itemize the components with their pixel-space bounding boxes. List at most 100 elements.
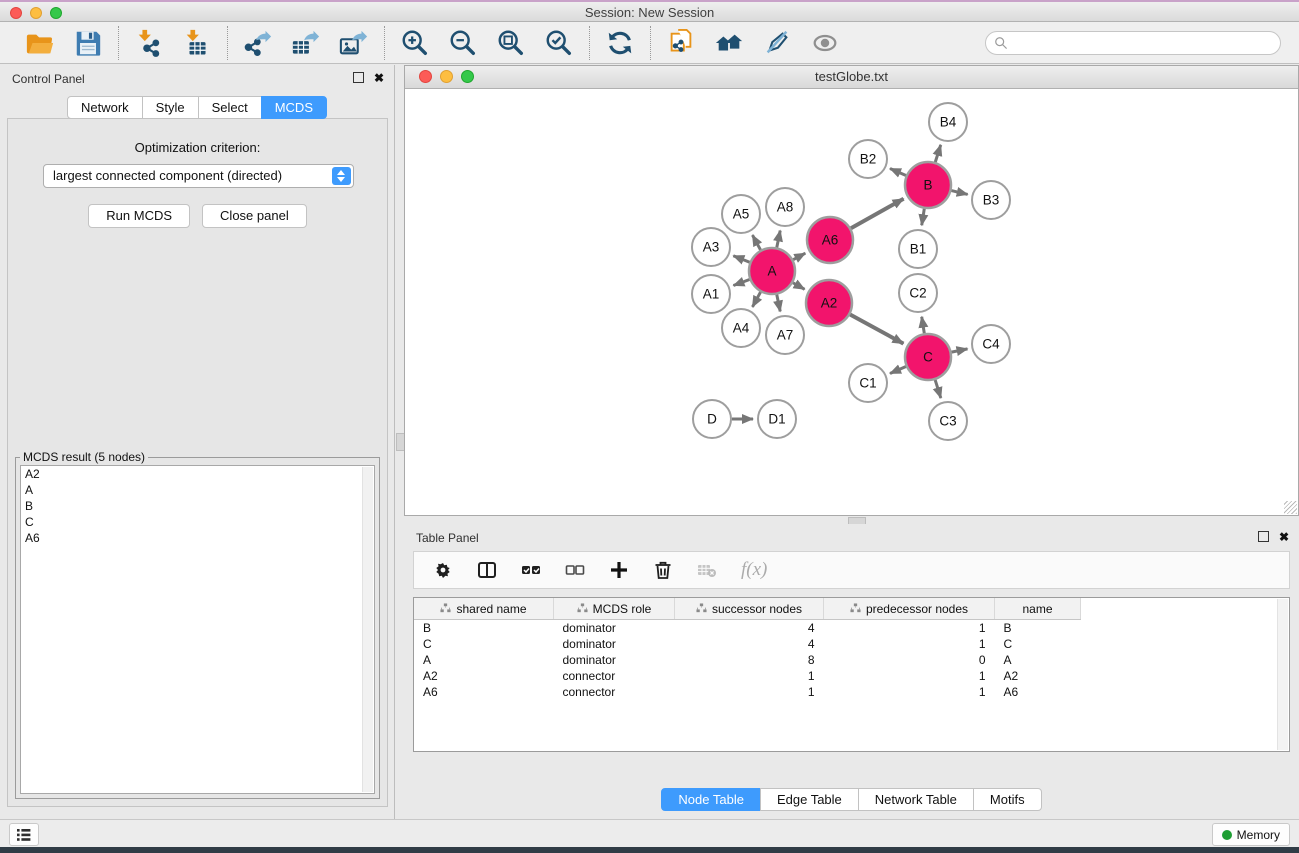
table-cell[interactable]: connector (554, 668, 675, 684)
delete-column-button[interactable] (653, 558, 673, 582)
node-A1[interactable]: A1 (692, 275, 730, 313)
node-A3[interactable]: A3 (692, 228, 730, 266)
edge-A-A4[interactable] (752, 292, 760, 307)
column-header-MCDS-role[interactable]: MCDS role (554, 598, 675, 620)
close-table-panel-icon[interactable]: ✖ (1279, 532, 1289, 542)
tab-edge-table[interactable]: Edge Table (760, 788, 859, 811)
result-list-item[interactable]: C (21, 514, 374, 530)
run-mcds-button[interactable]: Run MCDS (88, 204, 190, 228)
columns-button[interactable] (477, 558, 497, 582)
network-canvas[interactable]: B4B2BB3B1A5A8A6A3AA1C2A2A4A7C4CC1C3DD1 (405, 89, 1298, 515)
table-cell[interactable]: C (414, 636, 554, 652)
node-C2[interactable]: C2 (899, 274, 937, 312)
node-C4[interactable]: C4 (972, 325, 1010, 363)
gear-button[interactable] (433, 558, 453, 582)
tab-style[interactable]: Style (142, 96, 199, 119)
zoom-in-button[interactable] (400, 28, 430, 58)
node-C3[interactable]: C3 (929, 402, 967, 440)
criterion-dropdown[interactable]: largest connected component (directed) (43, 164, 354, 188)
edge-A-A7[interactable] (777, 295, 780, 312)
search-box[interactable] (985, 31, 1281, 55)
edge-B-B2[interactable] (890, 169, 906, 176)
horizontal-split-divider[interactable] (404, 516, 1299, 524)
table-cell[interactable]: 1 (675, 668, 824, 684)
add-column-button[interactable] (609, 558, 629, 582)
edge-A2-C[interactable] (850, 314, 903, 343)
zoom-selected-button[interactable] (544, 28, 574, 58)
edge-A-A1[interactable] (733, 279, 749, 285)
table-cell[interactable]: 8 (675, 652, 824, 668)
node-B2[interactable]: B2 (849, 140, 887, 178)
search-input[interactable] (1008, 36, 1280, 50)
node-A4[interactable]: A4 (722, 309, 760, 347)
table-row[interactable]: A2connector11A2 (414, 668, 1081, 684)
table-cell[interactable]: 0 (824, 652, 995, 668)
table-cell[interactable]: A2 (414, 668, 554, 684)
edge-A6-B[interactable] (851, 199, 904, 229)
node-B3[interactable]: B3 (972, 181, 1010, 219)
node-A5[interactable]: A5 (722, 195, 760, 233)
tab-select[interactable]: Select (198, 96, 262, 119)
edge-B-B4[interactable] (935, 145, 940, 162)
table-cell[interactable]: A6 (414, 684, 554, 700)
import-network-button[interactable] (134, 28, 164, 58)
float-table-panel-icon[interactable] (1258, 531, 1269, 542)
result-list-item[interactable]: A2 (21, 466, 374, 482)
function-builder-button[interactable]: f(x) (741, 558, 767, 582)
refresh-view-button[interactable] (605, 28, 635, 58)
table-cell[interactable]: B (414, 620, 554, 637)
network-graph[interactable]: B4B2BB3B1A5A8A6A3AA1C2A2A4A7C4CC1C3DD1 (405, 89, 1298, 515)
zoom-fit-button[interactable] (496, 28, 526, 58)
open-file-button[interactable] (25, 28, 55, 58)
float-panel-icon[interactable] (353, 72, 364, 83)
open-browser-button[interactable] (714, 28, 744, 58)
clone-network-button[interactable] (666, 28, 696, 58)
resize-grip-icon[interactable] (1284, 501, 1297, 514)
export-table-button[interactable] (291, 28, 321, 58)
deselect-all-checks-button[interactable] (565, 558, 585, 582)
vertical-split-divider[interactable] (395, 65, 404, 819)
table-cell[interactable]: 4 (675, 620, 824, 637)
table-cell[interactable]: A (995, 652, 1081, 668)
table-cell[interactable]: 4 (675, 636, 824, 652)
memory-button[interactable]: Memory (1212, 823, 1290, 846)
import-table-button[interactable] (182, 28, 212, 58)
result-scrollbar[interactable] (362, 467, 373, 792)
edge-B-B1[interactable] (922, 209, 925, 226)
column-header-name[interactable]: name (995, 598, 1081, 620)
table-cell[interactable]: A (414, 652, 554, 668)
node-table[interactable]: shared nameMCDS rolesuccessor nodesprede… (413, 597, 1290, 752)
edge-B-B3[interactable] (951, 191, 967, 195)
node-A[interactable]: A (749, 248, 795, 294)
edge-C-C2[interactable] (922, 317, 925, 334)
node-A6[interactable]: A6 (807, 217, 853, 263)
column-header-predecessor-nodes[interactable]: predecessor nodes (824, 598, 995, 620)
node-D1[interactable]: D1 (758, 400, 796, 438)
delete-table-button[interactable] (697, 558, 717, 582)
table-cell[interactable]: 1 (824, 620, 995, 637)
show-graphics-details-button[interactable] (810, 28, 840, 58)
column-header-shared-name[interactable]: shared name (414, 598, 554, 620)
tab-motifs[interactable]: Motifs (973, 788, 1042, 811)
hide-labels-button[interactable] (762, 28, 792, 58)
table-cell[interactable]: connector (554, 684, 675, 700)
node-C1[interactable]: C1 (849, 364, 887, 402)
table-cell[interactable]: B (995, 620, 1081, 637)
network-window-titlebar[interactable]: testGlobe.txt (405, 66, 1298, 89)
table-cell[interactable]: dominator (554, 652, 675, 668)
edge-A-A8[interactable] (777, 231, 780, 248)
table-row[interactable]: A6connector11A6 (414, 684, 1081, 700)
mcds-result-list[interactable]: A2ABCA6 (20, 465, 375, 794)
tab-node-table[interactable]: Node Table (661, 788, 761, 811)
table-cell[interactable]: 1 (675, 684, 824, 700)
table-row[interactable]: Adominator80A (414, 652, 1081, 668)
table-scrollbar[interactable] (1277, 599, 1288, 750)
table-cell[interactable]: A2 (995, 668, 1081, 684)
table-cell[interactable]: dominator (554, 636, 675, 652)
close-panel-button[interactable]: Close panel (202, 204, 307, 228)
edge-A-A5[interactable] (752, 235, 760, 250)
node-B[interactable]: B (905, 162, 951, 208)
edge-C-C3[interactable] (935, 380, 941, 398)
column-header-successor-nodes[interactable]: successor nodes (675, 598, 824, 620)
table-row[interactable]: Bdominator41B (414, 620, 1081, 637)
